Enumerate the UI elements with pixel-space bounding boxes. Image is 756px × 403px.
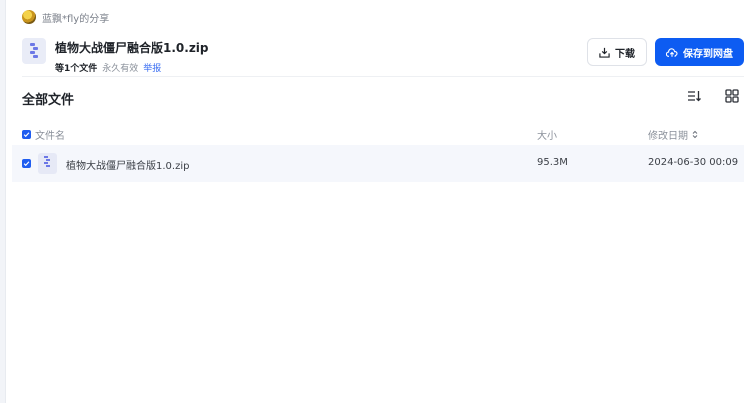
column-header-date[interactable]: 修改日期 xyxy=(648,127,698,142)
sharer-name[interactable]: 蓝飘*fly的分享 xyxy=(42,10,109,25)
file-header: 植物大战僵尸融合版1.0.zip 等1个文件 永久有效 举报 xyxy=(22,38,209,74)
column-label-name: 文件名 xyxy=(35,131,65,142)
column-header-size: 大小 xyxy=(537,127,557,142)
sort-toggle-icon xyxy=(692,130,698,139)
row-file-name[interactable]: 植物大战僵尸融合版1.0.zip xyxy=(66,157,189,172)
sharer-info: 蓝飘*fly的分享 xyxy=(22,9,109,25)
file-title: 植物大战僵尸融合版1.0.zip xyxy=(55,41,209,55)
left-edge-strip xyxy=(0,0,6,403)
row-file-size: 95.3M xyxy=(537,157,568,168)
cloud-upload-icon xyxy=(666,47,678,57)
share-page: 蓝飘*fly的分享 植物大战僵尸融合版1.0.zip 等1个文件 永久有效 举报… xyxy=(0,0,756,403)
column-label-size: 大小 xyxy=(537,131,557,142)
avatar[interactable] xyxy=(22,10,36,24)
grid-view-icon[interactable] xyxy=(724,88,740,104)
column-header-name: 文件名 xyxy=(22,127,65,142)
download-button[interactable]: 下载 xyxy=(587,38,647,66)
zip-file-icon xyxy=(38,153,57,174)
save-label: 保存到网盘 xyxy=(683,48,733,60)
zip-file-icon xyxy=(22,38,46,64)
download-label: 下载 xyxy=(615,48,635,60)
validity-text: 永久有效 xyxy=(102,64,139,74)
row-checkbox[interactable] xyxy=(22,159,31,168)
report-link[interactable]: 举报 xyxy=(143,61,161,74)
section-title: 全部文件 xyxy=(22,93,75,108)
file-meta: 等1个文件 永久有效 举报 xyxy=(55,61,209,74)
save-to-cloud-button[interactable]: 保存到网盘 xyxy=(655,38,744,66)
checkmark-icon xyxy=(23,132,30,138)
header-divider xyxy=(22,76,744,77)
table-row[interactable]: 植物大战僵尸融合版1.0.zip 95.3M 2024-06-30 00:09 xyxy=(12,145,744,182)
download-icon xyxy=(599,47,610,58)
file-title-block: 植物大战僵尸融合版1.0.zip 等1个文件 永久有效 举报 xyxy=(55,38,209,74)
file-count: 等1个文件 xyxy=(55,64,98,74)
select-all-checkbox[interactable] xyxy=(22,130,31,139)
row-modified-date: 2024-06-30 00:09 xyxy=(648,157,739,168)
sort-icon[interactable] xyxy=(686,88,702,104)
column-label-date: 修改日期 xyxy=(648,131,688,142)
checkmark-icon xyxy=(23,161,30,167)
